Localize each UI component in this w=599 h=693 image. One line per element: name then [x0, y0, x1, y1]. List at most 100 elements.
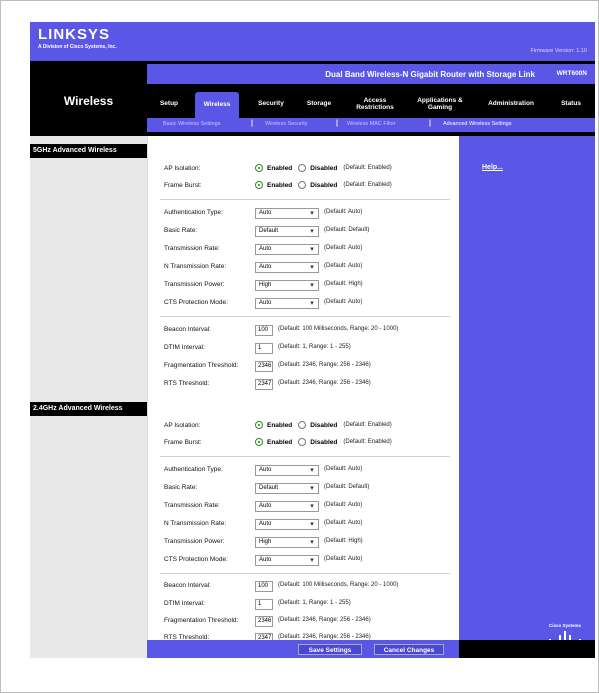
frame-burst-group: Enabled Disabled (Default: Enabled) [255, 438, 392, 446]
frame-burst-disabled-radio[interactable] [298, 181, 307, 189]
authentication-type-select[interactable]: Auto ▾ [255, 208, 319, 219]
tab-administration[interactable]: Administration [475, 92, 547, 116]
select-value: Auto [259, 264, 272, 270]
n-transmission-rate-select[interactable]: Auto ▾ [255, 519, 319, 530]
default-hint: (Default: Default) [324, 484, 370, 490]
tab-applications-gaming[interactable]: Applications & Gaming [411, 92, 469, 116]
tab-security[interactable]: Security [251, 92, 291, 116]
chevron-down-icon: ▾ [310, 282, 314, 289]
authentication-type-select[interactable]: Auto ▾ [255, 465, 319, 476]
basic-rate-select[interactable]: Default ▾ [255, 226, 319, 237]
dtim-interval-input[interactable]: 1 [255, 343, 273, 354]
frame-burst-enabled-radio[interactable] [255, 181, 263, 189]
save-settings-button[interactable]: Save Settings [298, 644, 362, 655]
range-hint: (Default: 100 Milliseconds, Range: 20 - … [278, 582, 399, 588]
default-hint: (Default: High) [324, 281, 363, 287]
fragmentation-threshold-input[interactable]: 2346 [255, 616, 273, 627]
frame-burst-group: Enabled Disabled (Default: Enabled) [255, 181, 392, 189]
select-value: Default [259, 485, 279, 491]
select-value: Auto [259, 557, 272, 563]
ap-isolation-enabled-radio[interactable] [255, 164, 263, 172]
n-transmission-rate-label: N Transmission Rate: [164, 520, 227, 527]
cts-protection-mode-select[interactable]: Auto ▾ [255, 555, 319, 566]
select-value: High [259, 539, 272, 545]
ap-isolation-disabled-radio[interactable] [298, 421, 307, 429]
product-bar: Dual Band Wireless-N Gigabit Router with… [147, 64, 595, 84]
firmware-version: Firmware Version: 1.10 [530, 48, 587, 54]
cts-protection-mode-select[interactable]: Auto ▾ [255, 298, 319, 309]
select-value: Auto [259, 503, 272, 509]
radio-label: Disabled [310, 164, 338, 172]
transmission-power-select[interactable]: High ▾ [255, 537, 319, 548]
subtab-basic-wireless[interactable]: Basic Wireless Settings [163, 121, 220, 127]
divider [160, 573, 450, 574]
ap-isolation-label: AP Isolation: [164, 165, 201, 172]
range-hint: (Default: 2346, Range: 256 - 2346) [278, 617, 371, 623]
range-hint: (Default: 1, Range: 1 - 255) [278, 344, 351, 350]
basic-rate-label: Basic Rate: [164, 227, 198, 234]
dtim-interval-label: DTIM Interval: [164, 600, 205, 607]
basic-rate-label: Basic Rate: [164, 484, 198, 491]
frame-burst-label: Frame Burst: [164, 439, 202, 446]
transmission-rate-select[interactable]: Auto ▾ [255, 244, 319, 255]
dtim-interval-input[interactable]: 1 [255, 599, 273, 610]
default-hint: (Default: Auto) [324, 520, 363, 526]
ap-isolation-group: Enabled Disabled (Default: Enabled) [255, 164, 392, 172]
frame-burst-enabled-radio[interactable] [255, 438, 263, 446]
authentication-type-label: Authentication Type: [164, 466, 223, 473]
chevron-down-icon: ▾ [310, 264, 314, 271]
transmission-power-select[interactable]: High ▾ [255, 280, 319, 291]
subtab-separator: | [429, 120, 431, 127]
rts-threshold-input[interactable]: 2347 [255, 379, 273, 390]
frame-burst-label: Frame Burst: [164, 182, 202, 189]
cancel-changes-button[interactable]: Cancel Changes [374, 644, 444, 655]
tab-storage[interactable]: Storage [299, 92, 339, 116]
footer-right-bar [459, 640, 595, 658]
beacon-interval-input[interactable]: 100 [255, 325, 273, 336]
tab-wireless[interactable]: Wireless [195, 92, 239, 118]
fragmentation-threshold-label: Fragmentation Threshold: [164, 617, 239, 624]
cisco-logo-text: Cisco Systems [548, 623, 582, 628]
n-transmission-rate-select[interactable]: Auto ▾ [255, 262, 319, 273]
tab-setup[interactable]: Setup [151, 92, 187, 116]
select-value: Auto [259, 467, 272, 473]
range-hint: (Default: 2346, Range: 256 - 2346) [278, 380, 371, 386]
chevron-down-icon: ▾ [310, 539, 314, 546]
linksys-logo: LINKSYS [38, 26, 111, 43]
sub-tabs: Basic Wireless Settings | Wireless Secur… [147, 118, 595, 132]
tab-access-restrictions[interactable]: Access Restrictions [347, 92, 403, 116]
section-heading-5ghz: 5GHz Advanced Wireless [30, 144, 147, 158]
chevron-down-icon: ▾ [310, 228, 314, 235]
subtab-separator: | [336, 120, 338, 127]
transmission-power-label: Transmission Power: [164, 538, 225, 545]
default-hint: (Default: Auto) [324, 556, 363, 562]
chevron-down-icon: ▾ [310, 300, 314, 307]
transmission-power-label: Transmission Power: [164, 281, 225, 288]
basic-rate-select[interactable]: Default ▾ [255, 483, 319, 494]
ap-isolation-group: Enabled Disabled (Default: Enabled) [255, 421, 392, 429]
radio-label: Enabled [267, 421, 293, 429]
fragmentation-threshold-input[interactable]: 2346 [255, 361, 273, 372]
subtab-wireless-security[interactable]: Wireless Security [265, 121, 307, 127]
subtab-mac-filter[interactable]: Wireless MAC Filter [347, 121, 396, 127]
radio-label: Disabled [310, 438, 338, 446]
select-value: Auto [259, 521, 272, 527]
transmission-rate-select[interactable]: Auto ▾ [255, 501, 319, 512]
radio-label: Enabled [267, 438, 293, 446]
ap-isolation-disabled-radio[interactable] [298, 164, 307, 172]
radio-label: Enabled [267, 181, 293, 189]
default-hint: (Default: Auto) [324, 299, 363, 305]
tab-status[interactable]: Status [551, 92, 591, 116]
select-value: Auto [259, 300, 272, 306]
cts-protection-mode-label: CTS Protection Mode: [164, 556, 228, 563]
radio-label: Disabled [310, 421, 338, 429]
help-link[interactable]: Help... [482, 164, 503, 171]
chevron-down-icon: ▾ [310, 557, 314, 564]
beacon-interval-label: Beacon Interval: [164, 582, 211, 589]
beacon-interval-input[interactable]: 100 [255, 581, 273, 592]
beacon-interval-label: Beacon Interval: [164, 326, 211, 333]
frame-burst-disabled-radio[interactable] [298, 438, 307, 446]
subtab-advanced-wireless[interactable]: Advanced Wireless Settings [443, 121, 511, 127]
range-hint: (Default: 2346, Range: 256 - 2346) [278, 362, 371, 368]
ap-isolation-enabled-radio[interactable] [255, 421, 263, 429]
